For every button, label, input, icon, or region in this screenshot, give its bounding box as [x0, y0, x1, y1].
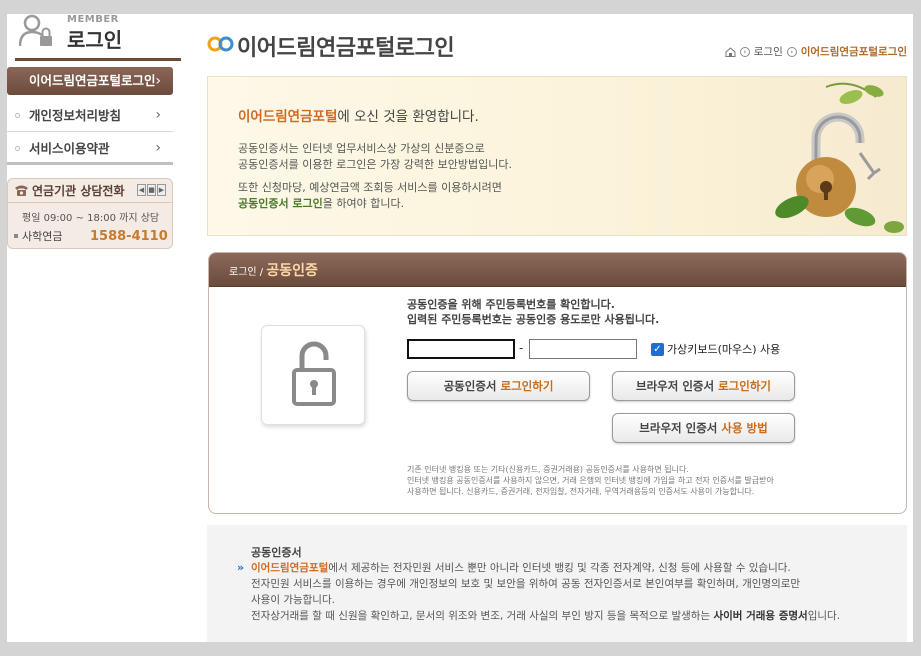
rrn-back-input[interactable] — [529, 339, 637, 359]
breadcrumb-item[interactable]: 로그인 — [754, 44, 783, 59]
padlock-illustration-icon — [775, 82, 904, 233]
cert-header-path: 로그인 / — [229, 267, 267, 278]
sidebar-header: MEMBER 로그인 — [15, 14, 185, 61]
welcome-paragraph-1: 공동인증서는 인터넷 업무서비스상 가상의 신분증으로 공동인증서를 이용한 로… — [238, 141, 512, 173]
button-label: 브라우저 인증서 — [636, 379, 719, 393]
breadcrumb: › 로그인 › 이어드림연금포털로그인 — [725, 44, 907, 59]
open-lock-icon — [292, 341, 336, 406]
footer-line: 전자민원 서비스를 이용하는 경우에 개인정보의 보호 및 보안을 위하여 공동… — [251, 578, 801, 590]
consult-panel: 연금기관 상담전화 ◀ ■ ▶ 평일 09:00 ~ 18:00 까지 상담 사… — [7, 178, 173, 249]
cert-note-line: 기존 인터넷 뱅킹용 또는 기타(신용카드, 증권거래용) 공동인증서를 사용하… — [407, 465, 689, 474]
footer-text: 이어드림연금포털에서 제공하는 전자민원 서비스 뿐만 아니라 인터넷 뱅킹 및… — [251, 560, 840, 624]
virtual-keyboard-label: 가상키보드(마우스) 사용 — [667, 343, 781, 356]
sidebar-item-label: 개인정보처리방침 — [29, 108, 122, 123]
member-icon — [19, 14, 52, 47]
footer-title: 공동인증서 — [251, 546, 302, 559]
rrn-dash: - — [519, 341, 524, 355]
welcome-text-line: 공동인증서 로그인을 하여야 합니다. — [238, 196, 502, 212]
button-label-highlight: 로그인하기 — [718, 379, 771, 393]
consult-phone-number: 1588-4110 — [90, 228, 168, 244]
button-label: 브라우저 인증서 — [639, 421, 722, 435]
sidebar-item-portal-login[interactable]: 이어드림연금포털로그인 › — [7, 67, 173, 95]
welcome-title-rest: 에 오신 것을 환영합니다. — [337, 109, 479, 125]
browser-cert-login-button[interactable]: 브라우저 인증서 로그인하기 — [612, 371, 795, 401]
cert-info-footer: 공동인증서 » 이어드림연금포털에서 제공하는 전자민원 서비스 뿐만 아니라 … — [207, 525, 907, 642]
welcome-highlight: 공동인증서 로그인 — [238, 197, 323, 210]
sidebar-title: 로그인 — [67, 28, 123, 52]
footer-text-part: 입니다. — [807, 610, 841, 622]
sidebar-menu: 이어드림연금포털로그인 › 개인정보처리방침 › 서비스이용약관 › — [7, 67, 173, 165]
welcome-text-line: 또한 신청마당, 예상연금액 조회등 서비스를 이용하시려면 — [238, 181, 502, 194]
footer-line: 이어드림연금포털에서 제공하는 전자민원 서비스 뿐만 아니라 인터넷 뱅킹 및… — [251, 560, 840, 576]
chevron-right-icon: › — [739, 46, 750, 57]
rrn-front-input[interactable] — [407, 339, 515, 359]
stop-icon[interactable]: ■ — [147, 184, 156, 196]
consult-org-name: 사학연금 — [22, 230, 63, 243]
page-frame: MEMBER 로그인 이어드림연금포털로그인 › 개인정보처리방침 › 서비스이… — [7, 14, 913, 642]
page-title: 이어드림연금포털로그인 — [237, 36, 455, 61]
welcome-banner: 이어드림연금포털에 오신 것을 환영합니다. 공동인증서는 인터넷 업무서비스상… — [207, 76, 907, 236]
consult-controls: ◀ ■ ▶ — [137, 184, 166, 196]
virtual-keyboard-toggle[interactable]: ✓ 가상키보드(마우스) 사용 — [651, 341, 780, 357]
welcome-text-line: 공동인증서를 이용한 로그인은 가장 강력한 보안방법입니다. — [238, 158, 512, 171]
cert-note-line: 사용하면 됩니다. 신용카드, 증권거래, 전자입찰, 전자거래, 무역거래용등… — [407, 487, 755, 496]
cert-login-panel: 로그인 / 공동인증 공동인증을 위해 주민등록번호를 확인합니다. 입력된 주… — [208, 252, 907, 514]
lock-card — [261, 325, 365, 425]
logo-rings-icon — [207, 36, 234, 52]
cert-instruction-line: 공동인증을 위해 주민등록번호를 확인합니다. — [407, 298, 615, 311]
consult-title: 연금기관 상담전화 — [32, 184, 125, 198]
sidebar-item-privacy[interactable]: 개인정보처리방침 › — [7, 99, 173, 132]
chevron-right-icon: › — [155, 107, 161, 123]
page-title-wrap: 이어드림연금포털로그인 — [207, 30, 455, 62]
welcome-title: 이어드림연금포털에 오신 것을 환영합니다. — [238, 105, 479, 125]
next-icon[interactable]: ▶ — [157, 184, 166, 196]
phone-icon — [15, 185, 28, 196]
sidebar-item-label: 서비스이용약관 — [29, 141, 110, 156]
chevron-right-icon: › — [155, 73, 161, 89]
welcome-text-line: 공동인증서는 인터넷 업무서비스상 가상의 신분증으로 — [238, 142, 485, 155]
bullet-icon — [15, 146, 20, 151]
cert-note: 기존 인터넷 뱅킹용 또는 기타(신용카드, 증권거래용) 공동인증서를 사용하… — [407, 464, 774, 497]
bullet-icon — [15, 113, 20, 118]
cert-header-title: 공동인증 — [266, 263, 318, 279]
bullet-icon — [14, 234, 18, 238]
cert-instruction-line: 입력된 주민등록번호는 공동인증 용도로만 사용됩니다. — [407, 313, 660, 326]
button-label: 공동인증서 — [443, 379, 501, 393]
breadcrumb-current: 이어드림연금포털로그인 — [800, 46, 907, 58]
welcome-paragraph-2: 또한 신청마당, 예상연금액 조회등 서비스를 이용하시려면 공동인증서 로그인… — [238, 180, 502, 212]
cert-login-button[interactable]: 공동인증서 로그인하기 — [407, 371, 590, 401]
consult-header: 연금기관 상담전화 ◀ ■ ▶ — [8, 179, 172, 203]
footer-line: 사용이 가능합니다. — [251, 594, 335, 606]
double-arrow-icon: » — [237, 561, 245, 574]
button-label-highlight: 사용 방법 — [721, 421, 768, 435]
consult-hours: 평일 09:00 ~ 18:00 까지 상담 — [22, 213, 160, 224]
sidebar-item-terms[interactable]: 서비스이용약관 › — [7, 132, 173, 165]
footer-highlight: 이어드림연금포털 — [251, 562, 329, 574]
consult-row: 사학연금 1588-4110 — [8, 224, 172, 244]
home-icon[interactable] — [725, 46, 736, 57]
chevron-right-icon: › — [786, 46, 797, 57]
cert-panel-header: 로그인 / 공동인증 — [209, 253, 906, 287]
footer-text-rest: 에서 제공하는 전자민원 서비스 뿐만 아니라 인터넷 뱅킹 및 각종 전자계약… — [328, 562, 791, 574]
footer-text-part: 전자상거래를 할 때 신원을 확인하고, 문서의 위조와 변조, 거래 사실의 … — [251, 610, 714, 622]
chevron-right-icon: › — [155, 140, 161, 156]
cert-note-line: 인터넷 뱅킹용 공동인증서를 사용하지 않으면, 거래 은행의 인터넷 뱅킹에 … — [407, 476, 774, 485]
sidebar-item-label: 이어드림연금포털로그인 — [29, 73, 156, 88]
sidebar-divider — [15, 58, 181, 61]
checkbox-checked-icon[interactable]: ✓ — [651, 342, 664, 356]
button-label-highlight: 로그인하기 — [500, 379, 554, 393]
browser-cert-howto-button[interactable]: 브라우저 인증서 사용 방법 — [612, 413, 795, 443]
welcome-text-rest: 을 하여야 합니다. — [322, 197, 405, 210]
cert-instructions: 공동인증을 위해 주민등록번호를 확인합니다. 입력된 주민등록번호는 공동인증… — [407, 297, 659, 327]
footer-bold: 사이버 거래용 증명서 — [713, 610, 808, 622]
prev-icon[interactable]: ◀ — [137, 184, 146, 196]
footer-line: 전자상거래를 할 때 신원을 확인하고, 문서의 위조와 변조, 거래 사실의 … — [251, 608, 840, 624]
welcome-title-highlight: 이어드림연금포털 — [238, 109, 338, 125]
